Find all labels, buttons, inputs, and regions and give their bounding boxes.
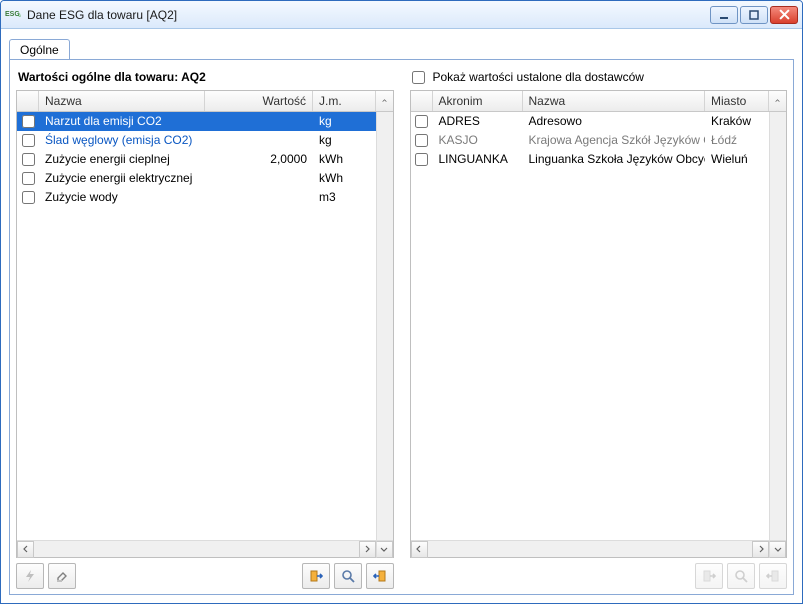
cell-value [205, 169, 313, 187]
cell-uom: m3 [313, 188, 376, 206]
action-import-button [695, 563, 723, 589]
action-flash-button[interactable] [16, 563, 44, 589]
titlebar[interactable]: ESG Dane ESG dla towaru [AQ2] [1, 1, 802, 29]
table-row[interactable]: Narzut dla emisji CO2 kg [17, 112, 376, 131]
scroll-left-button[interactable] [17, 541, 34, 558]
row-checkbox[interactable] [22, 172, 35, 185]
cell-value [205, 188, 313, 206]
scroll-right-button[interactable] [752, 541, 769, 558]
cell-city: Kraków [705, 112, 769, 130]
scroll-down-button[interactable] [376, 541, 393, 558]
table-row[interactable]: Zużycie energii elektrycznej kWh [17, 169, 376, 188]
col-city[interactable]: Miasto [705, 91, 769, 111]
tab-strip: Ogólne [9, 37, 794, 59]
scroll-left-button[interactable] [411, 541, 428, 558]
left-horizontal-scrollbar[interactable] [17, 540, 393, 557]
row-checkbox[interactable] [415, 115, 428, 128]
row-checkbox[interactable] [415, 153, 428, 166]
main-panel: Wartości ogólne dla towaru: AQ2 Nazwa Wa… [9, 59, 794, 595]
minimize-button[interactable] [710, 6, 738, 24]
cell-name: Adresowo [523, 112, 706, 130]
left-grid[interactable]: Nazwa Wartość J.m. Narzut dla emisji CO2… [16, 90, 394, 558]
col-name2[interactable]: Nazwa [523, 91, 706, 111]
table-row[interactable]: ADRESAdresowoKraków [411, 112, 770, 131]
cell-uom: kWh [313, 169, 376, 187]
cell-name: Zużycie energii cieplnej [39, 150, 205, 168]
row-checkbox[interactable] [415, 134, 428, 147]
table-row[interactable]: Ślad węglowy (emisja CO2) kg [17, 131, 376, 150]
table-row[interactable]: Zużycie energii cieplnej2,0000kWh [17, 150, 376, 169]
cell-value [205, 112, 313, 130]
row-checkbox[interactable] [22, 153, 35, 166]
cell-acronym: KASJO [433, 131, 523, 149]
window: ESG Dane ESG dla towaru [AQ2] Ogólne War… [0, 0, 803, 604]
cell-city: Wieluń [705, 150, 769, 168]
cell-value [205, 131, 313, 149]
action-search-button[interactable] [334, 563, 362, 589]
show-supplier-label: Pokaż wartości ustalone dla dostawców [433, 70, 644, 84]
cell-name: Narzut dla emisji CO2 [39, 112, 205, 130]
row-checkbox[interactable] [22, 134, 35, 147]
right-horizontal-scrollbar[interactable] [411, 540, 787, 557]
cell-acronym: ADRES [433, 112, 523, 130]
col-acronym[interactable]: Akronim [433, 91, 523, 111]
action-import-button[interactable] [302, 563, 330, 589]
cell-name: Zużycie energii elektrycznej [39, 169, 205, 187]
maximize-button[interactable] [740, 6, 768, 24]
row-checkbox[interactable] [22, 115, 35, 128]
cell-name: Zużycie wody [39, 188, 205, 206]
scroll-up-button[interactable] [376, 91, 393, 111]
right-toolbar [410, 558, 788, 588]
left-vertical-scrollbar[interactable] [376, 112, 393, 540]
right-grid[interactable]: Akronim Nazwa Miasto ADRESAdresowoKraków… [410, 90, 788, 558]
table-row[interactable]: Zużycie wody m3 [17, 188, 376, 207]
col-name[interactable]: Nazwa [39, 91, 205, 111]
row-checkbox[interactable] [22, 191, 35, 204]
cell-value: 2,0000 [205, 150, 313, 168]
cell-acronym: LINGUANKA [433, 150, 523, 168]
col-uom[interactable]: J.m. [313, 91, 376, 111]
app-icon: ESG [5, 7, 21, 23]
left-pane-title: Wartości ogólne dla towaru: AQ2 [18, 70, 206, 84]
col-value[interactable]: Wartość [205, 91, 313, 111]
cell-name: Ślad węglowy (emisja CO2) [39, 131, 205, 149]
cell-uom: kWh [313, 150, 376, 168]
tab-general[interactable]: Ogólne [9, 39, 70, 60]
split-divider[interactable] [400, 66, 404, 588]
scroll-right-button[interactable] [359, 541, 376, 558]
cell-uom: kg [313, 131, 376, 149]
right-pane: Pokaż wartości ustalone dla dostawców Ak… [410, 66, 788, 588]
cell-name: Linguanka Szkoła Języków Obcych [523, 150, 706, 168]
show-supplier-checkbox[interactable] [412, 71, 425, 84]
action-export-button[interactable] [366, 563, 394, 589]
cell-uom: kg [313, 112, 376, 130]
scroll-down-button[interactable] [769, 541, 786, 558]
cell-city: Łódź [705, 131, 769, 149]
cell-name: Krajowa Agencja Szkół Języków Obcy [523, 131, 706, 149]
right-vertical-scrollbar[interactable] [769, 112, 786, 540]
left-toolbar [16, 558, 394, 588]
scroll-up-button[interactable] [769, 91, 786, 111]
window-title: Dane ESG dla towaru [AQ2] [25, 8, 710, 22]
left-pane: Wartości ogólne dla towaru: AQ2 Nazwa Wa… [16, 66, 394, 588]
action-export-button [759, 563, 787, 589]
action-erase-button[interactable] [48, 563, 76, 589]
action-search-button [727, 563, 755, 589]
table-row[interactable]: LINGUANKALinguanka Szkoła Języków Obcych… [411, 150, 770, 169]
close-button[interactable] [770, 6, 798, 24]
table-row[interactable]: KASJOKrajowa Agencja Szkół Języków ObcyŁ… [411, 131, 770, 150]
